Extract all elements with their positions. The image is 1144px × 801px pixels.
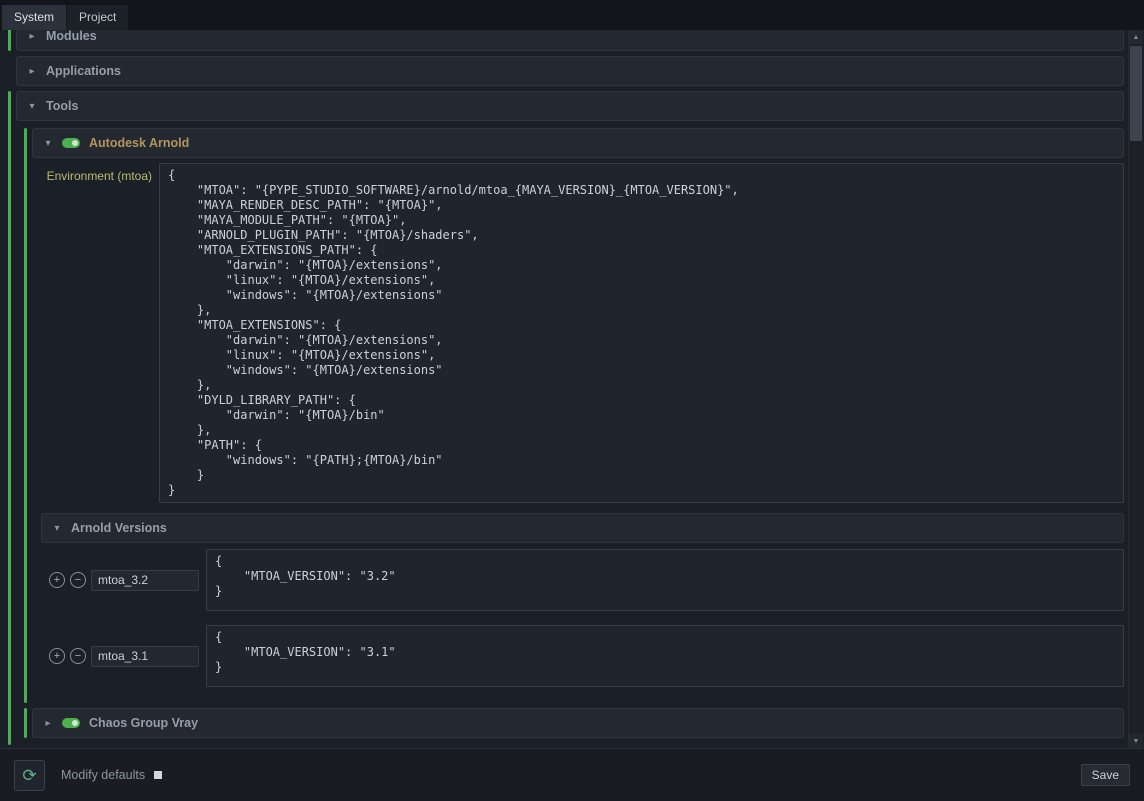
modified-indicator xyxy=(24,128,27,703)
section-title: Chaos Group Vray xyxy=(89,716,198,730)
version-row: + − { "MTOA_VERSION": "3.1" } xyxy=(49,625,1124,687)
chevron-right-icon: ▸ xyxy=(27,31,37,42)
remove-item-button[interactable]: − xyxy=(70,648,86,664)
version-json-editor[interactable]: { "MTOA_VERSION": "3.2" } xyxy=(206,549,1124,611)
section-applications: ▸ Applications xyxy=(8,56,1124,86)
section-tools: ▾ Tools ▾ Autodesk Arnold xyxy=(8,91,1124,745)
version-row: + − { "MTOA_VERSION": "3.2" } xyxy=(49,549,1124,611)
arnold-versions-wrapper: ▾ Arnold Versions + − { "MTOA_VERSION": … xyxy=(32,511,1124,703)
scrollbar-thumb[interactable] xyxy=(1130,46,1142,141)
enabled-toggle-icon[interactable] xyxy=(62,138,80,148)
modify-defaults-checkbox[interactable] xyxy=(154,771,162,779)
vertical-scrollbar[interactable]: ▲ ▼ xyxy=(1128,30,1143,748)
environment-json-editor[interactable]: { "MTOA": "{PYPE_STUDIO_SOFTWARE}/arnold… xyxy=(159,163,1124,503)
save-button[interactable]: Save xyxy=(1081,764,1130,786)
section-title: Applications xyxy=(46,64,121,78)
section-header-modules[interactable]: ▸ Modules xyxy=(16,30,1124,51)
tab-project[interactable]: Project xyxy=(67,5,128,30)
refresh-icon: ⟳ xyxy=(22,766,36,785)
version-key-input[interactable] xyxy=(91,570,199,591)
section-header-arnold-versions[interactable]: ▾ Arnold Versions xyxy=(41,513,1124,543)
enabled-toggle-icon[interactable] xyxy=(62,718,80,728)
modified-indicator xyxy=(8,30,11,51)
environment-label: Environment (mtoa) xyxy=(32,163,152,183)
section-header-applications[interactable]: ▸ Applications xyxy=(16,56,1124,86)
settings-scroll-area: ▸ Modules ▸ Applications ▾ Tools xyxy=(0,30,1144,748)
chevron-down-icon: ▾ xyxy=(27,101,37,112)
modified-indicator xyxy=(8,56,11,86)
footer-bar: ⟳ Modify defaults Save xyxy=(0,748,1144,801)
modify-defaults-label: Modify defaults xyxy=(61,768,145,782)
scrollbar-track[interactable] xyxy=(1129,44,1143,734)
version-json-editor[interactable]: { "MTOA_VERSION": "3.1" } xyxy=(206,625,1124,687)
remove-item-button[interactable]: − xyxy=(70,572,86,588)
section-modules: ▸ Modules xyxy=(8,30,1124,51)
add-item-button[interactable]: + xyxy=(49,648,65,664)
chevron-right-icon: ▸ xyxy=(43,718,53,729)
chevron-down-icon: ▾ xyxy=(52,523,62,534)
add-item-button[interactable]: + xyxy=(49,572,65,588)
environment-row: Environment (mtoa) { "MTOA": "{PYPE_STUD… xyxy=(32,163,1124,503)
section-header-tools[interactable]: ▾ Tools xyxy=(16,91,1124,121)
version-key-input[interactable] xyxy=(91,646,199,667)
scroll-up-icon[interactable]: ▲ xyxy=(1129,30,1143,44)
tools-children: ▾ Autodesk Arnold Environment (mtoa) { "… xyxy=(16,121,1124,745)
scroll-down-icon[interactable]: ▼ xyxy=(1129,734,1143,748)
modified-indicator xyxy=(24,708,27,738)
modified-indicator xyxy=(8,91,11,745)
chevron-right-icon: ▸ xyxy=(27,66,37,77)
refresh-button[interactable]: ⟳ xyxy=(14,760,45,791)
settings-content: ▸ Modules ▸ Applications ▾ Tools xyxy=(8,30,1124,745)
section-chaos-group-vray: ▸ Chaos Group Vray xyxy=(24,708,1124,738)
section-title: Tools xyxy=(46,99,78,113)
section-title: Autodesk Arnold xyxy=(89,136,189,150)
section-header-autodesk-arnold[interactable]: ▾ Autodesk Arnold xyxy=(32,128,1124,158)
tab-system[interactable]: System xyxy=(2,5,66,30)
section-header-chaos-group-vray[interactable]: ▸ Chaos Group Vray xyxy=(32,708,1124,738)
tab-bar: System Project xyxy=(0,0,1144,30)
section-title: Arnold Versions xyxy=(71,521,167,535)
section-autodesk-arnold: ▾ Autodesk Arnold Environment (mtoa) { "… xyxy=(24,128,1124,703)
section-title: Modules xyxy=(46,30,97,43)
chevron-down-icon: ▾ xyxy=(43,138,53,149)
